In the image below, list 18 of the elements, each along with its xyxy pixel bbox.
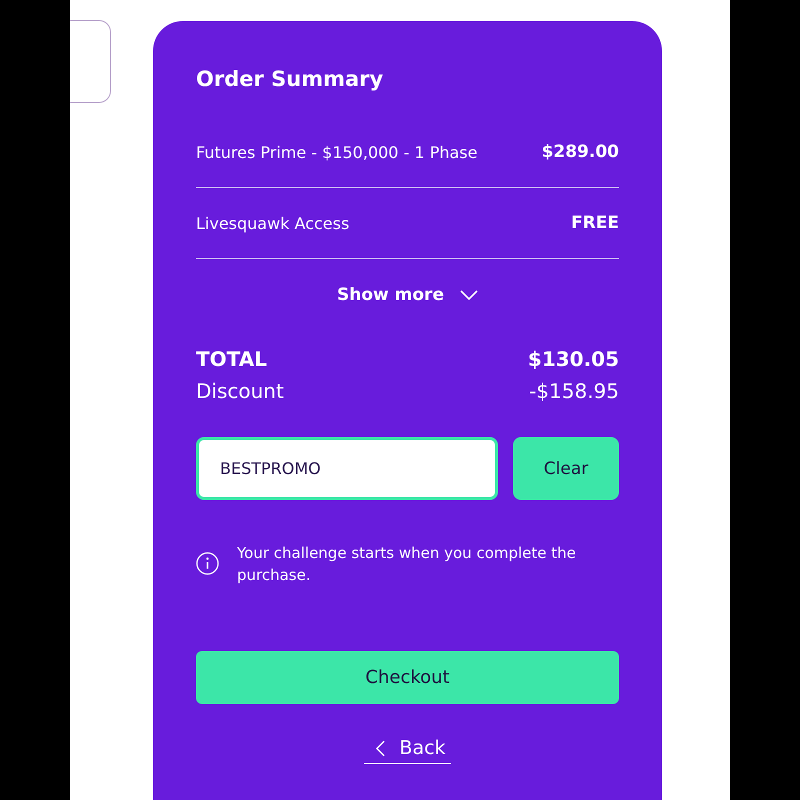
total-amount: $130.05 xyxy=(528,346,619,373)
item-name: Futures Prime - $150,000 - 1 Phase xyxy=(196,142,478,162)
total-label: TOTAL xyxy=(196,346,267,373)
item-price: FREE xyxy=(571,213,619,233)
card-title: Order Summary xyxy=(196,67,384,91)
chevron-icon xyxy=(460,290,478,300)
notice-text: Your challenge starts when you complete the purchase. xyxy=(237,543,577,586)
back-link[interactable]: Back xyxy=(364,735,451,764)
item-price: $289.00 xyxy=(542,142,619,162)
info-icon xyxy=(196,552,219,575)
show-more-button[interactable]: Show more xyxy=(333,281,482,309)
promo-code-field[interactable]: BESTPROMO xyxy=(196,437,498,500)
discount-label: Discount xyxy=(196,378,284,405)
item-name: Livesquawk Access xyxy=(196,214,350,232)
discount-amount: -$158.95 xyxy=(529,378,619,405)
chevron-left-icon xyxy=(376,740,386,756)
checkout-button[interactable]: Checkout xyxy=(196,651,619,704)
clear-button[interactable]: Clear xyxy=(513,437,619,500)
